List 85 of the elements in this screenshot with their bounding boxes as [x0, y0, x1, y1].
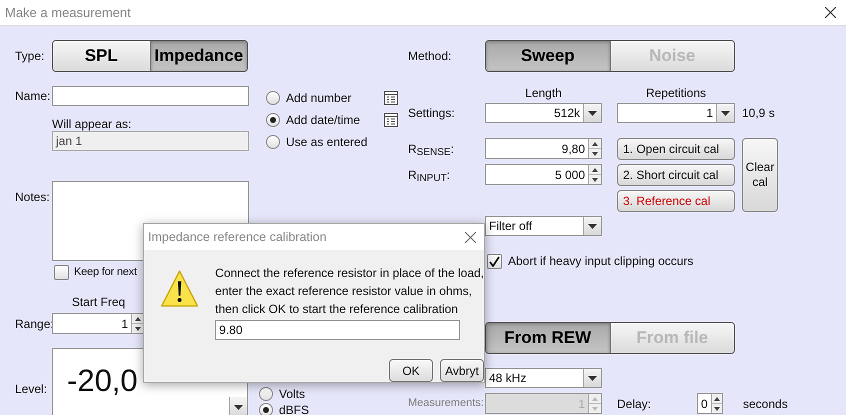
name-field[interactable]: [52, 86, 249, 106]
checkbox[interactable]: [487, 254, 502, 268]
caret-down-icon: [588, 224, 597, 228]
dialog-button[interactable]: OK: [389, 359, 433, 382]
checkbox-label: Abort if heavy input clipping occurs: [508, 253, 694, 270]
caret-down-icon: [592, 406, 598, 410]
field-label: R$_{SENSE}$:: [408, 140, 455, 158]
caret-down-icon: [135, 326, 141, 330]
radio-button[interactable]: [259, 387, 273, 401]
sample-rate-dropdown[interactable]: 48 kHz: [485, 368, 602, 388]
close-icon[interactable]: [825, 7, 836, 18]
column-header: Length: [524, 86, 563, 100]
dialog-title: Impedance reference calibration: [148, 228, 327, 246]
caret-down-icon: [234, 404, 243, 410]
radio-button[interactable]: [266, 113, 280, 127]
field-label: Range:: [15, 316, 52, 332]
preview-field: jan 1: [52, 131, 249, 151]
duration-text: 10,9 s: [742, 105, 775, 122]
field-label: Measurements:: [408, 396, 485, 412]
start-freq-spinner[interactable]: 1: [52, 313, 145, 334]
unit-label: seconds: [743, 396, 788, 412]
checkbox[interactable]: [54, 265, 69, 280]
caret-up-icon: [592, 142, 598, 146]
segment-button[interactable]: Sweep: [486, 41, 610, 71]
caret-up-icon: [592, 168, 598, 172]
dropdown-arrow-button[interactable]: [716, 104, 734, 122]
checkbox-label: Keep for next: [74, 265, 137, 280]
dropdown-arrow-button[interactable]: [583, 217, 601, 235]
radio-label: Add date/time: [286, 112, 362, 129]
segment-button[interactable]: From REW: [486, 323, 610, 353]
radio-label: Add number: [286, 90, 352, 107]
caret-down-icon: [588, 110, 597, 116]
resistor-value-field[interactable]: 9.80: [215, 320, 460, 340]
field-label: Delay:: [617, 396, 652, 412]
level-value: -20,0: [66, 362, 139, 400]
radio-button[interactable]: [266, 135, 280, 149]
caret-down-icon: [721, 110, 730, 116]
calibration-button[interactable]: 3. Reference cal: [617, 190, 735, 212]
caret-down-icon: [588, 376, 597, 380]
dropdown-arrow-button[interactable]: [229, 397, 247, 415]
dropdown-arrow-button[interactable]: [583, 369, 601, 387]
caret-up-icon: [714, 396, 720, 400]
clear-cal-button[interactable]: Clear cal: [742, 138, 778, 212]
list-icon[interactable]: [384, 113, 398, 127]
field-label: Type:: [15, 48, 46, 65]
radio-button[interactable]: [266, 91, 280, 105]
caret-up-icon: [135, 316, 141, 320]
delay-spinner[interactable]: 0: [697, 393, 723, 414]
resistance-spinner[interactable]: 5 000: [485, 164, 602, 185]
caret-down-icon: [592, 152, 598, 156]
dropdown-arrow-button[interactable]: [583, 104, 601, 122]
filter-dropdown[interactable]: Filter off: [485, 216, 602, 236]
caret-down-icon: [592, 178, 598, 182]
field-label: Name:: [15, 88, 52, 105]
field-label: Level:: [15, 381, 48, 398]
calibration-button[interactable]: 1. Open circuit cal: [617, 138, 735, 160]
checkmark-icon: [489, 256, 500, 266]
field-label: Will appear as:: [52, 117, 132, 131]
caret-down-icon: [714, 406, 720, 410]
window-title: Make a measurement: [5, 4, 131, 22]
segment-button[interactable]: SPL: [53, 41, 150, 71]
column-header: Repetitions: [644, 86, 708, 100]
field-label: Notes:: [15, 189, 51, 206]
spinner-buttons[interactable]: [710, 394, 722, 413]
radio-label: Use as entered: [286, 134, 368, 151]
radio-button[interactable]: [259, 403, 273, 415]
spinner-buttons[interactable]: [131, 314, 144, 333]
radio-label: Volts: [279, 386, 306, 403]
length-dropdown[interactable]: 512k: [485, 103, 602, 123]
column-header: Start Freq: [70, 295, 126, 309]
calibration-button[interactable]: 2. Short circuit cal: [617, 164, 735, 186]
field-label: R$_{INPUT}$:: [408, 166, 452, 184]
field-label: Method:: [408, 48, 452, 65]
close-icon[interactable]: [465, 232, 476, 242]
list-icon[interactable]: [384, 91, 398, 105]
segment-button[interactable]: Impedance: [150, 41, 247, 71]
caret-up-icon: [592, 396, 598, 400]
spinner-buttons[interactable]: [588, 139, 601, 158]
repetitions-dropdown[interactable]: 1: [617, 103, 735, 123]
spinner-buttons[interactable]: [588, 165, 601, 184]
dialog-button[interactable]: Avbryt: [440, 359, 484, 382]
resistance-spinner[interactable]: 9,80: [485, 138, 602, 159]
dialog-message: Connect the reference resistor in place of the load, enter the exact reference resistor value in ohms, then click OK to start the reference calibration: [215, 265, 484, 318]
field-label: Settings:: [408, 105, 456, 122]
radio-label: dBFS: [279, 402, 310, 415]
